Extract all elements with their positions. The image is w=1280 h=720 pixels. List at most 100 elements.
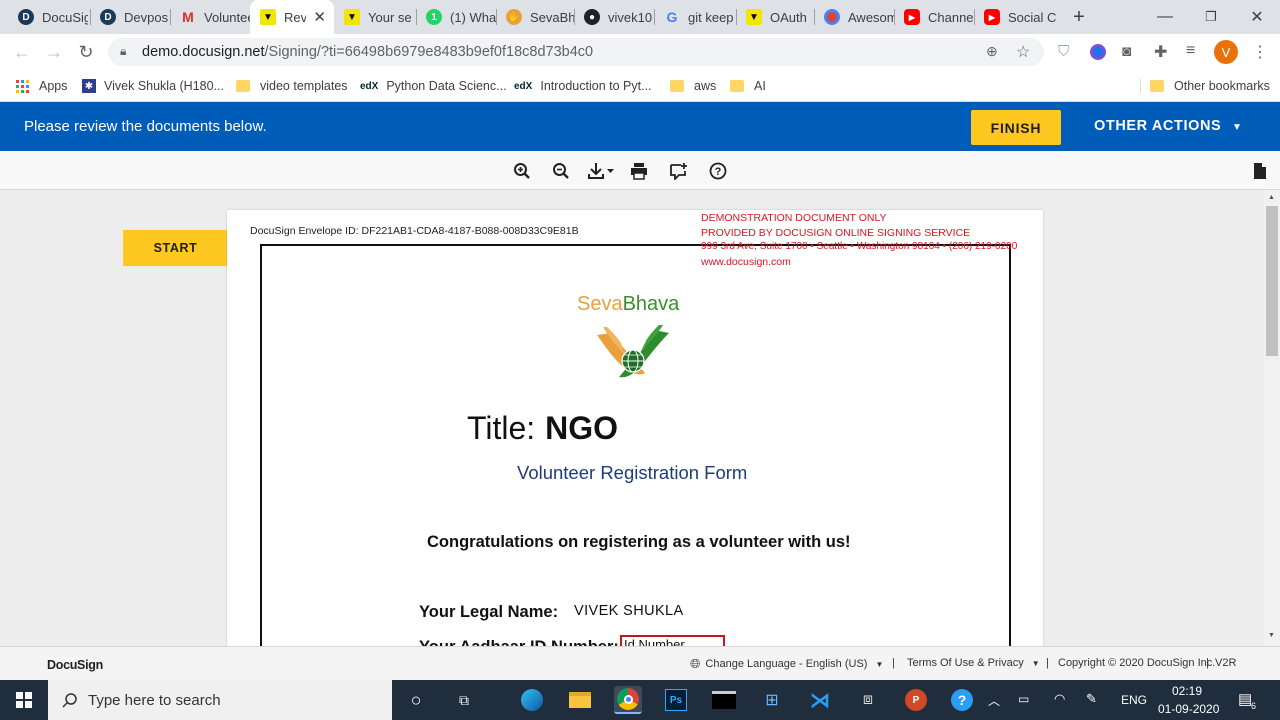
star-bookmark-icon[interactable]: ☆ [1016,42,1030,62]
app-manager-icon[interactable]: ⧈ [854,686,882,714]
photoshop-icon[interactable]: Ps [662,686,690,714]
demo-notice-line: www.docusign.com [701,256,791,268]
document-panel-icon[interactable] [1248,159,1272,183]
finish-button[interactable]: FINISH [971,110,1061,145]
docusign-logo: DocuSign [47,658,103,672]
task-view-icon[interactable]: ⧉ [450,686,478,714]
legal-name-label: Your Legal Name: [419,603,559,621]
caret-down-icon: ▼ [1231,122,1243,133]
bookmark-label: aws [694,79,717,93]
address-bar[interactable]: 🔒︎ demo.docusign.net/Signing/?ti=66498b6… [108,38,1044,66]
media-queue-icon[interactable]: ≡ [1186,42,1195,60]
scrollbar-thumb[interactable] [1266,206,1278,356]
other-actions-menu[interactable]: OTHER ACTIONS ▼ [1094,118,1242,134]
bookmark-label: Apps [39,79,68,93]
tab-label: vivek10 [608,9,653,25]
help-icon[interactable]: ? [706,159,730,183]
bookmark-other[interactable]: Other bookmarks [1150,76,1270,96]
tab-awesome[interactable]: Awesom [814,0,894,34]
reload-button[interactable]: ↻ [72,38,100,66]
terminal-icon[interactable] [710,686,738,714]
edge-browser-icon[interactable] [518,686,546,714]
close-tab-icon[interactable]: ✕ [313,8,326,26]
footer-divider: | [892,657,895,669]
cortana-icon[interactable]: ○ [402,686,430,714]
get-help-icon[interactable]: ? [948,686,976,714]
windows-start-icon[interactable] [0,680,48,720]
logo-part-seva: Seva [577,293,623,315]
document-viewer: START DocuSign Envelope ID: DF221AB1-CDA… [0,190,1280,646]
tab-github[interactable]: ● vivek10 [574,0,654,34]
pen-workspace-icon[interactable]: ✎ [1086,691,1097,707]
wifi-icon[interactable]: ◠ [1054,691,1065,707]
powerpoint-icon[interactable]: P [902,686,930,714]
document-subtitle: Volunteer Registration Form [517,462,748,483]
forward-button[interactable]: → [40,38,68,66]
bookmark-aws[interactable]: aws [670,76,716,96]
edx-icon: edX [360,80,379,92]
tab-channel[interactable]: ▶ Channe [894,0,974,34]
clock-time[interactable]: 02:19 [1172,684,1202,698]
taskbar-search-box[interactable]: Type here to search [48,680,392,720]
tab-docusign[interactable]: D DocuSign [8,0,88,34]
page-scrollbar[interactable]: ▲ ▼ [1264,190,1280,646]
whatsapp-icon: 1 [426,9,442,25]
zoom-out-icon[interactable] [549,159,573,183]
tab-devpost[interactable]: D Devpost [90,0,168,34]
change-language-menu[interactable]: 🌐︎ Change Language - English (US) ▼ [690,656,883,672]
tab-social[interactable]: ▶ Social C [974,0,1058,34]
bookmark-ai[interactable]: AI [730,76,766,96]
add-comment-icon[interactable] [667,159,691,183]
bookmark-python-data-science[interactable]: edX Python Data Scienc... [360,76,507,96]
minimize-button[interactable]: — [1142,0,1188,34]
tab-label: Devpost [124,9,168,25]
shield-extension-icon[interactable]: ⛉ [1058,43,1069,60]
profile-avatar[interactable]: V [1214,40,1238,64]
network-app-icon[interactable]: ⊞ [758,686,786,714]
chrome-taskbar-icon[interactable] [614,686,642,714]
tab-label: Awesom [848,9,894,25]
bookmark-intro-python[interactable]: edX Introduction to Pyt... [514,76,652,96]
extensions-puzzle-icon[interactable]: ✚ [1154,42,1167,62]
tab-volunteer[interactable]: M Volunteer [170,0,250,34]
location-icon[interactable]: ⊕ [986,43,998,60]
vscode-icon[interactable]: ⋊ [806,686,834,714]
lock-icon: 🔒︎ [120,44,127,58]
close-window-button[interactable]: ✕ [1234,0,1280,34]
tab-your-se[interactable]: ▼ Your se [334,0,416,34]
clock-date[interactable]: 01-09-2020 [1158,702,1219,716]
battery-icon[interactable]: ▭ [1018,692,1029,706]
language-indicator[interactable]: ENG [1121,693,1147,707]
start-button[interactable]: START [123,230,228,266]
tab-label: DocuSign [42,9,88,25]
bookmark-hackerearth[interactable]: ✱ Vivek Shukla (H180... [82,76,224,96]
file-explorer-icon[interactable] [566,686,594,714]
tab-whatsapp[interactable]: 1 (1) Wha [416,0,496,34]
tab-git-keep[interactable]: G git keep [654,0,736,34]
scroll-down-arrow-icon[interactable]: ▼ [1268,632,1275,639]
folder-icon [730,80,744,92]
zoom-in-icon[interactable] [510,159,534,183]
terms-privacy-menu[interactable]: Terms Of Use & Privacy ▼ [907,657,1040,669]
bookmark-video-templates[interactable]: video templates [236,76,348,96]
tab-label: Channe [928,9,974,25]
new-tab-button[interactable]: + [1056,0,1102,34]
copyright-text: Copyright © 2020 DocuSign Inc. [1058,657,1216,669]
tab-review-active[interactable]: ▼ Review ✕ [250,0,334,34]
tray-chevron-up-icon[interactable]: ︿ [988,692,1000,709]
bookmark-label: Python Data Scienc... [386,79,507,93]
tab-oauth[interactable]: ▼ OAuth [736,0,814,34]
tab-sevabhava[interactable]: ✋ SevaBha [496,0,574,34]
bookmark-apps[interactable]: Apps [16,76,68,96]
scroll-up-arrow-icon[interactable]: ▲ [1268,194,1275,201]
id-number-field[interactable]: Id Number [620,635,725,646]
camera-extension-icon[interactable]: ◙ [1122,43,1131,60]
print-icon[interactable] [627,159,651,183]
menu-kebab-icon[interactable]: ⋮ [1252,42,1268,62]
google-icon: G [666,9,678,25]
back-button[interactable]: ← [8,38,36,66]
bookmark-label: Vivek Shukla (H180... [104,79,224,93]
download-menu-icon[interactable] [586,159,618,183]
color-picker-extension-icon[interactable] [1090,44,1106,60]
restore-button[interactable]: ❐ [1188,0,1234,34]
